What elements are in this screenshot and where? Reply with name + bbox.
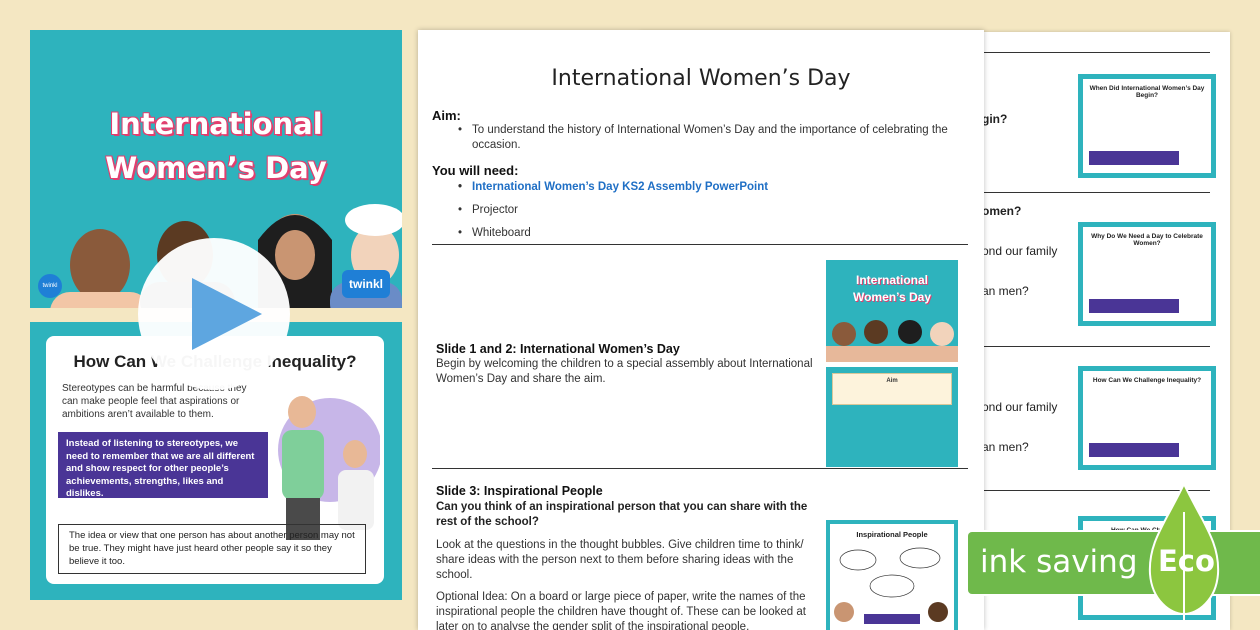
thumb-aim-box: Aim — [832, 373, 952, 405]
slide-3-paragraph-1: Look at the questions in the thought bub… — [436, 539, 804, 581]
divider — [982, 192, 1210, 193]
slide-thumbnail[interactable]: When Did International Women’s Day Begin… — [1078, 74, 1216, 178]
need-item-whiteboard: Whiteboard — [458, 226, 531, 241]
aim-heading: Aim: — [432, 108, 461, 123]
cover-thumbnail[interactable]: International Women’s Day — [826, 260, 958, 362]
back-page-text-1: gin? — [982, 112, 1008, 126]
slide-thumbnail[interactable]: How Can We Challenge Inequality? — [1078, 366, 1216, 470]
eco-label: Eco — [1158, 544, 1215, 578]
thumb-title-line-2: Women’s Day — [852, 290, 932, 304]
divider — [982, 52, 1210, 53]
aim-thumbnail[interactable]: Aim — [826, 367, 958, 467]
play-icon — [192, 278, 262, 350]
slide-thumbnail[interactable]: Why Do We Need a Day to Celebrate Women? — [1078, 222, 1216, 326]
highlight-box: Instead of listening to stereotypes, we … — [58, 432, 268, 499]
back-page-text-4: an men? — [982, 284, 1029, 298]
thumb-bar — [1089, 299, 1179, 313]
thumb-thought-bubbles — [834, 547, 948, 624]
definition-box: The idea or view that one person has abo… — [58, 524, 366, 574]
need-item-projector: Projector — [458, 203, 518, 218]
twinkl-badge: twinkl — [38, 274, 62, 298]
thumb-title: How Can We Challenge Inequality? — [1092, 377, 1202, 384]
thumb-title: When Did International Women’s Day Begin… — [1089, 85, 1205, 99]
thumb-panel: Why Do We Need a Day to Celebrate Women? — [1083, 227, 1211, 321]
back-page-text-3: ond our family — [982, 244, 1058, 258]
slide-body-text: Stereotypes can be harmful because they … — [62, 383, 247, 420]
ink-saving-label: ink saving — [980, 544, 1138, 580]
slide-3-title: Slide 3: Inspirational People — [436, 484, 603, 498]
slide-illustration — [278, 396, 380, 540]
slide-3-question: Can you think of an inspirational person… — [436, 501, 808, 528]
cover-title-line-1: International — [109, 107, 323, 141]
thumb-bar — [1089, 443, 1179, 457]
lesson-plan-page: International Women’s Day Aim: To unders… — [418, 30, 984, 630]
thumb-bar — [1089, 151, 1179, 165]
inspirational-people-thumbnail[interactable]: Inspirational People — [826, 520, 958, 630]
powerpoint-link[interactable]: International Women’s Day KS2 Assembly P… — [458, 180, 768, 195]
play-video-button[interactable] — [138, 238, 290, 390]
thumb-cover-title: International Women’s Day — [826, 272, 958, 306]
thumb-panel: Inspirational People — [830, 524, 954, 630]
you-will-need-heading: You will need: — [432, 163, 519, 178]
thumb-panel: How Can We Challenge Inequality? — [1083, 371, 1211, 465]
divider — [432, 244, 968, 245]
slide-1-2-title: Slide 1 and 2: International Women’s Day — [436, 342, 680, 356]
divider — [982, 346, 1210, 347]
thumb-panel: When Did International Women’s Day Begin… — [1083, 79, 1211, 173]
thumb-title: Why Do We Need a Day to Celebrate Women? — [1091, 233, 1203, 247]
thumb-title-line-1: International — [855, 273, 928, 287]
aim-bullet: To understand the history of Internation… — [458, 123, 968, 153]
back-page-text-5: ond our family — [982, 400, 1058, 414]
divider — [432, 468, 968, 469]
slide-1-2-text: Begin by welcoming the children to a spe… — [436, 358, 813, 385]
document-title: International Women’s Day — [551, 66, 851, 91]
thumb-illustration — [826, 320, 958, 362]
thumb-insp-title: Inspirational People — [856, 530, 928, 539]
slide-3-paragraph-2: Optional Idea: On a board or large piece… — [436, 591, 806, 630]
back-page-text-2: omen? — [982, 204, 1022, 218]
back-page-text-6: an men? — [982, 440, 1029, 454]
twinkl-logo: twinkl — [342, 270, 390, 298]
